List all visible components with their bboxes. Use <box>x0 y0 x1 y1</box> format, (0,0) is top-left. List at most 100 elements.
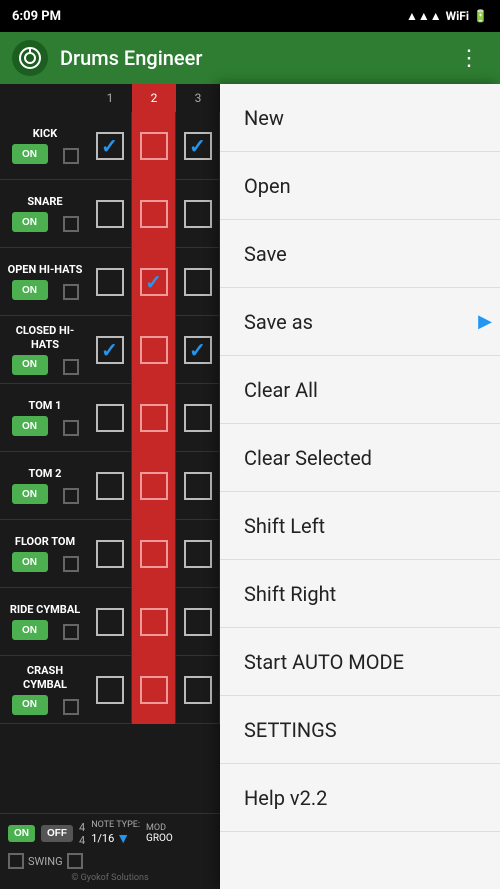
drum-on-btn-5[interactable]: ON <box>12 484 48 504</box>
drum-checkbox-6[interactable] <box>63 556 79 572</box>
drum-cells-4 <box>88 384 220 452</box>
cell-3-1 <box>132 316 176 384</box>
cell-cb-2-2[interactable] <box>184 268 212 296</box>
on-button[interactable]: ON <box>8 825 35 842</box>
cell-cb-6-2[interactable] <box>184 540 212 568</box>
note-value: 1/16 ▼ <box>91 830 140 847</box>
cell-cb-5-0[interactable] <box>96 472 124 500</box>
cell-cb-3-1[interactable] <box>140 336 168 364</box>
cell-cb-8-1[interactable] <box>140 676 168 704</box>
cell-cb-8-2[interactable] <box>184 676 212 704</box>
drum-row-8: CRASH CYMBALON <box>0 656 220 724</box>
drum-cells-1 <box>88 180 220 248</box>
drum-grid: 1 2 3 KICKONSNAREONOPEN HI-HATSONCLOSED … <box>0 84 220 889</box>
menu-item-2[interactable]: Save <box>220 220 500 288</box>
header-col-1: 1 <box>88 84 132 112</box>
cell-1-0 <box>88 180 132 248</box>
cell-cb-0-2[interactable] <box>184 132 212 160</box>
cell-cb-4-2[interactable] <box>184 404 212 432</box>
swing-checkbox-2[interactable] <box>67 853 83 869</box>
drum-checkbox-0[interactable] <box>63 148 79 164</box>
cell-2-1 <box>132 248 176 316</box>
menu-item-10[interactable]: Help v2.2 <box>220 764 500 832</box>
cell-4-0 <box>88 384 132 452</box>
drum-cells-3 <box>88 316 220 384</box>
menu-item-label-6: Shift Left <box>244 514 325 538</box>
status-bar: 6:09 PM ▲▲▲ WiFi 🔋 <box>0 0 500 32</box>
drum-cells-0 <box>88 112 220 180</box>
header-col-3: 3 <box>176 84 220 112</box>
cell-6-2 <box>176 520 220 588</box>
drum-row-1: SNAREON <box>0 180 220 248</box>
drum-on-btn-0[interactable]: ON <box>12 144 48 164</box>
drum-rows-container: KICKONSNAREONOPEN HI-HATSONCLOSED HI-HAT… <box>0 112 220 724</box>
drum-checkbox-5[interactable] <box>63 488 79 504</box>
cell-6-0 <box>88 520 132 588</box>
cell-cb-6-0[interactable] <box>96 540 124 568</box>
drum-name-4: TOM 1 <box>6 399 84 412</box>
cell-cb-3-2[interactable] <box>184 336 212 364</box>
drum-checkbox-7[interactable] <box>63 624 79 640</box>
drum-row-4: TOM 1 ON <box>0 384 220 452</box>
cell-cb-2-1[interactable] <box>140 268 168 296</box>
menu-item-3[interactable]: Save as▶ <box>220 288 500 356</box>
menu-item-8[interactable]: Start AUTO MODE <box>220 628 500 696</box>
drum-on-btn-7[interactable]: ON <box>12 620 48 640</box>
cell-cb-1-1[interactable] <box>140 200 168 228</box>
cell-cb-4-1[interactable] <box>140 404 168 432</box>
cell-2-2 <box>176 248 220 316</box>
cell-cb-1-0[interactable] <box>96 200 124 228</box>
drum-on-btn-2[interactable]: ON <box>12 280 48 300</box>
drum-checkbox-4[interactable] <box>63 420 79 436</box>
menu-item-0[interactable]: New <box>220 84 500 152</box>
dropdown-menu: NewOpen Save Save as▶Clear AllClear Select… <box>220 84 500 889</box>
menu-item-label-3: Save as <box>244 310 313 334</box>
drum-checkbox-2[interactable] <box>63 284 79 300</box>
menu-button[interactable]: ⋮ <box>450 42 488 75</box>
cell-cb-7-0[interactable] <box>96 608 124 636</box>
bottom-controls: ON OFF 4 4 NOTE TYPE: 1/16 ▼ MOD GROO <box>0 813 220 889</box>
cell-cb-8-0[interactable] <box>96 676 124 704</box>
drum-on-btn-1[interactable]: ON <box>12 212 48 232</box>
cell-cb-2-0[interactable] <box>96 268 124 296</box>
swing-checkbox-1[interactable] <box>8 853 24 869</box>
drum-row-5: TOM 2ON <box>0 452 220 520</box>
drum-label-area-3: CLOSED HI-HATSON <box>0 320 88 378</box>
menu-item-label-2: Save <box>244 242 287 266</box>
drum-cells-8 <box>88 656 220 724</box>
drum-on-btn-6[interactable]: ON <box>12 552 48 572</box>
drum-on-btn-4[interactable]: ON <box>12 416 48 436</box>
status-icons: ▲▲▲ WiFi 🔋 <box>406 9 488 23</box>
drum-cells-5 <box>88 452 220 520</box>
drum-on-btn-3[interactable]: ON <box>12 355 48 375</box>
cell-cb-5-1[interactable] <box>140 472 168 500</box>
menu-item-7[interactable]: Shift Right <box>220 560 500 628</box>
menu-item-1[interactable]: Open <box>220 152 500 220</box>
cell-cb-7-1[interactable] <box>140 608 168 636</box>
menu-item-9[interactable]: SETTINGS <box>220 696 500 764</box>
note-arrow-icon: ▼ <box>116 830 130 847</box>
drum-name-0: KICK <box>6 127 84 140</box>
menu-item-5[interactable]: Clear Selected <box>220 424 500 492</box>
menu-item-6[interactable]: Shift Left <box>220 492 500 560</box>
cell-cb-0-1[interactable] <box>140 132 168 160</box>
off-button[interactable]: OFF <box>41 825 73 842</box>
signal-icon: ▲▲▲ <box>406 9 442 23</box>
cell-cb-5-2[interactable] <box>184 472 212 500</box>
menu-item-4[interactable]: Clear All <box>220 356 500 424</box>
drum-checkbox-1[interactable] <box>63 216 79 232</box>
drum-checkbox-3[interactable] <box>63 359 79 375</box>
time-signature: 4 4 <box>79 821 85 847</box>
cell-cb-0-0[interactable] <box>96 132 124 160</box>
cell-cb-3-0[interactable] <box>96 336 124 364</box>
drum-on-btn-8[interactable]: ON <box>12 695 48 715</box>
time-sig-top: 4 <box>79 821 85 834</box>
cell-cb-1-2[interactable] <box>184 200 212 228</box>
app-icon <box>12 40 48 76</box>
cell-cb-7-2[interactable] <box>184 608 212 636</box>
drum-checkbox-8[interactable] <box>63 699 79 715</box>
cell-cb-6-1[interactable] <box>140 540 168 568</box>
drum-label-area-5: TOM 2ON <box>0 463 88 508</box>
cell-cb-4-0[interactable] <box>96 404 124 432</box>
menu-item-label-10: Help v2.2 <box>244 786 327 810</box>
